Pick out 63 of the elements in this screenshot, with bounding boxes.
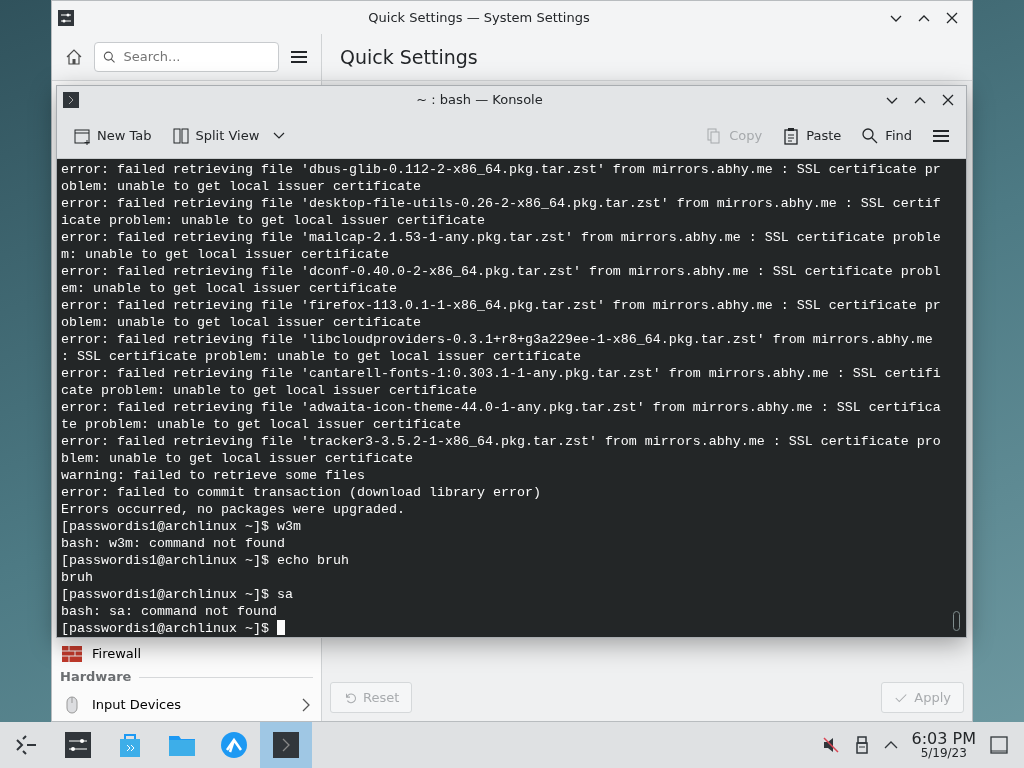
terminal-line: em: unable to get local issuer certificate [61, 281, 397, 296]
split-view-icon [171, 126, 190, 145]
terminal-line: warning: failed to retrieve some files [61, 468, 365, 483]
terminal-line: Errors occurred, no packages were upgraded. [61, 502, 405, 517]
terminal-line: error: failed retrieving file 'firefox-113.0.1-1-x86_64.pkg.tar.zst' from mirrors.abhy.me : SSL certificate pr [61, 298, 941, 313]
terminal-icon [271, 730, 301, 760]
terminal-line: error: failed retrieving file 'dbus-glib-0.112-2-x86_64.pkg.tar.zst' from mirrors.abhy.me : SSL certificate pr [61, 162, 941, 177]
sidebar-item[interactable]: Firewall [52, 643, 321, 665]
find-button[interactable]: Find [853, 122, 920, 150]
terminal-line: error: failed retrieving file 'adwaita-icon-theme-44.0-1-any.pkg.tar.zst' from mirrors.abhy.me : SSL certifica [61, 400, 941, 415]
terminal-line: [passwordis1@archlinux ~]$ w3m [61, 519, 301, 534]
terminal-line: [passwordis1@archlinux ~]$ sa [61, 587, 293, 602]
terminal-line: oblem: unable to get local issuer certificate [61, 315, 421, 330]
settings-app-icon [58, 9, 74, 26]
terminal-line: oblem: unable to get local issuer certificate [61, 179, 421, 194]
expand-tray-icon[interactable] [883, 740, 898, 750]
terminal-line: [passwordis1@archlinux ~]$ echo bruh [61, 553, 349, 568]
chevron-right-icon [301, 698, 311, 712]
page-title: Quick Settings [322, 34, 972, 81]
usb-drive-icon[interactable] [855, 736, 868, 754]
terminal-line: bash: w3m: command not found [61, 536, 285, 551]
new-tab-button[interactable]: New Tab [65, 122, 160, 150]
clipboard-icon [782, 126, 801, 145]
undo-arrow-icon [343, 690, 357, 705]
terminal-line: error: failed retrieving file 'libcloudproviders-0.3.1+r8+g3a229ee-1-x86_64.pkg.tar.zst' from mirrors.abhy.me [61, 332, 933, 347]
terminal-line: cate problem: unable to get local issuer certificate [61, 383, 477, 398]
window-title: ~ : bash — Konsole [415, 91, 544, 110]
terminal-line: te problem: unable to get local issuer certificate [61, 417, 461, 432]
terminal-app-icon [63, 91, 79, 108]
terminal-task-button[interactable] [260, 722, 312, 768]
terminal-line: bash: sa: command not found [61, 604, 277, 619]
sliders-icon [63, 730, 93, 760]
terminal-line: error: failed retrieving file 'desktop-file-utils-0.26-2-x86_64.pkg.tar.zst' from mirrors.abhy.me : SSL certif [61, 196, 941, 211]
terminal-line: error: failed to commit transaction (download library error) [61, 485, 541, 500]
text-cursor [276, 620, 285, 635]
terminal-line: [passwordis1@archlinux ~]$ [61, 621, 269, 636]
caret-icon [273, 131, 286, 140]
terminal-line: bruh [61, 570, 93, 585]
terminal-line: error: failed retrieving file 'cantarell-fonts-1:0.303.1-1-any.pkg.tar.zst' from mirrors.abhy.me : SSL certifi [61, 366, 941, 381]
brick-wall-icon [62, 646, 82, 662]
search-icon [861, 126, 880, 145]
search-icon [103, 49, 116, 64]
sidebar-item[interactable]: Input Devices [52, 689, 321, 721]
section-header: Hardware [60, 668, 132, 687]
terminal-line: blem: unable to get local issuer certificate [61, 451, 413, 466]
terminal-line: m: unable to get local issuer certificate [61, 247, 389, 262]
split-view-button[interactable]: Split View [163, 122, 294, 150]
terminal-line: error: failed retrieving file 'dconf-0.40.0-2-x86_64.pkg.tar.zst' from mirrors.abhy.me : SSL certificate probl [61, 264, 941, 279]
menu-icon [932, 128, 950, 143]
muted-speaker-icon[interactable] [821, 736, 840, 754]
new-tab-icon [73, 126, 91, 145]
terminal-line: error: failed retrieving file 'tracker3-3.5.2-1-x86_64.pkg.tar.zst' from mirrors.abhy.me : SSL certificate pro [61, 434, 941, 449]
paste-button[interactable]: Paste [774, 122, 850, 150]
terminal-line: error: failed retrieving file 'mailcap-2.1.53-1-any.pkg.tar.zst' from mirrors.abhy.me : SSL certificate proble [61, 230, 941, 245]
clock-time[interactable]: 6:03 PM [911, 731, 976, 747]
terminal-line: : SSL certificate problem: unable to get local issuer certificate [61, 349, 581, 364]
menu-icon [290, 49, 308, 64]
show-desktop-icon[interactable] [990, 736, 1008, 754]
window-title: Quick Settings — System Settings [367, 8, 591, 27]
clock-date[interactable]: 5/19/23 [920, 747, 967, 759]
home-icon [65, 47, 83, 66]
terminal-line: icate problem: unable to get local issuer certificate [61, 213, 485, 228]
search-field[interactable]: Search... [94, 41, 279, 72]
